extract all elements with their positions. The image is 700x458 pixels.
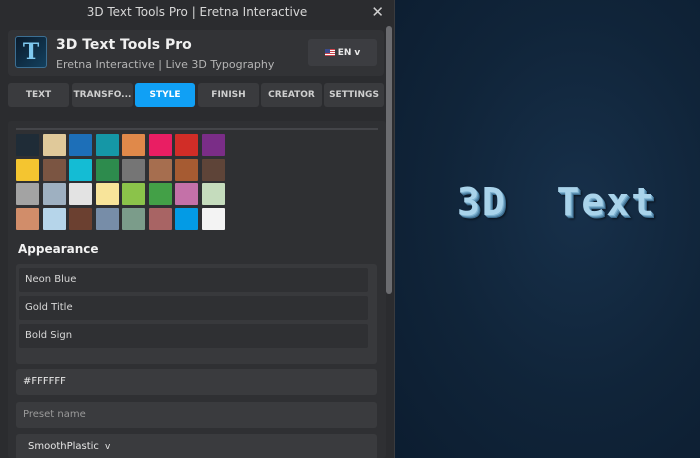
color-swatch[interactable] [148, 158, 172, 181]
color-swatch[interactable] [148, 134, 172, 156]
preset-item-gold-title[interactable]: Gold Title [19, 296, 368, 320]
chevron-down-icon: v [354, 47, 361, 58]
color-swatch[interactable] [95, 207, 119, 230]
divider [16, 128, 378, 130]
window-title: 3D Text Tools Pro | Eretna Interactive [86, 5, 308, 19]
appearance-title: Appearance [18, 242, 99, 256]
color-swatch[interactable] [42, 134, 66, 156]
color-swatch[interactable] [122, 207, 145, 230]
color-hex-field[interactable] [16, 369, 377, 395]
color-swatch[interactable] [175, 158, 198, 181]
tab-settings[interactable]: SETTINGS [324, 83, 384, 107]
language-label: EN [337, 47, 352, 58]
tab-bar: TEXT TRANSFO... STYLE FINISH CREATOR SET… [8, 83, 384, 107]
material-select[interactable]: SmoothPlastic v [16, 434, 377, 458]
plugin-header: T 3D Text Tools Pro Eretna Interactive |… [8, 30, 384, 76]
logo-letter: T [22, 39, 40, 65]
close-icon[interactable]: ✕ [371, 0, 384, 24]
color-swatch[interactable] [69, 207, 92, 230]
tab-text[interactable]: TEXT [8, 83, 69, 107]
color-swatch[interactable] [42, 183, 66, 205]
color-swatch[interactable] [69, 158, 92, 181]
tab-style[interactable]: STYLE [135, 83, 195, 107]
color-swatch[interactable] [69, 183, 92, 205]
material-selected: SmoothPlastic [28, 441, 99, 452]
color-swatch[interactable] [95, 183, 119, 205]
app-logo: T [15, 36, 47, 68]
color-swatch[interactable] [16, 158, 39, 181]
preset-name-input[interactable] [23, 409, 377, 420]
3d-text-preview[interactable]: 3D Text [457, 180, 656, 224]
chevron-down-icon: v [104, 442, 111, 452]
color-swatch[interactable] [201, 183, 225, 205]
tab-finish[interactable]: FINISH [198, 83, 259, 107]
color-swatch[interactable] [95, 158, 119, 181]
color-swatch[interactable] [122, 158, 145, 181]
color-swatch[interactable] [201, 134, 225, 156]
app-subtitle: Eretna Interactive | Live 3D Typography [56, 58, 275, 71]
color-swatch[interactable] [175, 134, 198, 156]
preset-item-neon-blue[interactable]: Neon Blue [19, 268, 368, 292]
color-swatch[interactable] [175, 183, 198, 205]
color-swatch[interactable] [16, 183, 39, 205]
3d-viewport[interactable]: 3D Text [395, 0, 700, 458]
color-swatch[interactable] [16, 207, 39, 230]
preset-name-field[interactable] [16, 402, 377, 428]
app-title: 3D Text Tools Pro [56, 37, 192, 53]
us-flag-icon [324, 49, 335, 56]
tab-transform[interactable]: TRANSFO... [72, 83, 133, 107]
appearance-presets: Neon Blue Gold Title Bold Sign [16, 264, 377, 364]
window-titlebar: 3D Text Tools Pro | Eretna Interactive ✕ [0, 0, 394, 24]
color-swatch[interactable] [201, 207, 225, 230]
color-swatch[interactable] [201, 158, 225, 181]
panel-scrollbar[interactable] [386, 26, 392, 294]
color-swatch[interactable] [148, 207, 172, 230]
color-swatch[interactable] [42, 207, 66, 230]
color-swatch[interactable] [122, 134, 145, 156]
color-swatch[interactable] [42, 158, 66, 181]
language-button[interactable]: EN v [308, 39, 377, 66]
color-swatch[interactable] [69, 134, 92, 156]
color-swatch[interactable] [175, 207, 198, 230]
preset-item-bold-sign[interactable]: Bold Sign [19, 324, 368, 348]
style-content: Appearance Neon Blue Gold Title Bold Sig… [8, 121, 386, 458]
color-swatch[interactable] [95, 134, 119, 156]
color-hex-input[interactable] [23, 376, 377, 387]
tab-creator[interactable]: CREATOR [261, 83, 322, 107]
color-swatch[interactable] [122, 183, 145, 205]
color-swatch[interactable] [16, 134, 39, 156]
color-swatch[interactable] [148, 183, 172, 205]
tools-panel: 3D Text Tools Pro | Eretna Interactive ✕… [0, 0, 395, 458]
